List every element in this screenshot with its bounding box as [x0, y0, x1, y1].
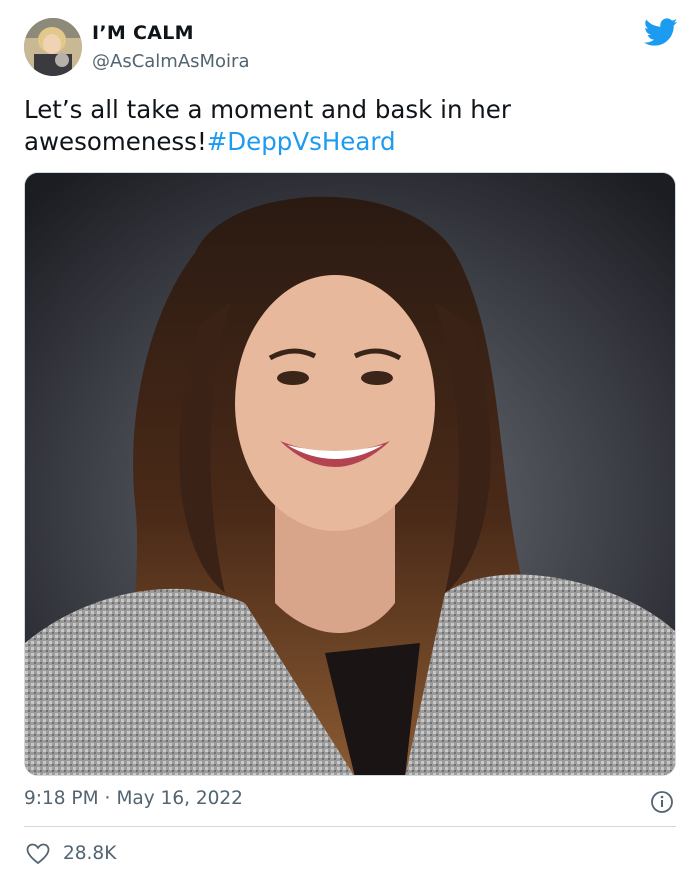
heart-icon[interactable]: [26, 843, 50, 865]
tweet-card: I’M CALM @AsCalmAsMoira Let’s all take a…: [0, 0, 700, 880]
tweet-date: May 16, 2022: [116, 788, 243, 809]
tweet-text: Let’s all take a moment and bask in her …: [24, 94, 664, 158]
hashtag-link[interactable]: #DeppVsHeard: [207, 127, 396, 156]
tweet-time: 9:18 PM: [24, 788, 99, 809]
like-count[interactable]: 28.8K: [63, 843, 116, 864]
tweet-timestamp[interactable]: 9:18 PM · May 16, 2022: [24, 788, 243, 809]
info-icon[interactable]: [650, 790, 674, 814]
tweet-photo[interactable]: [24, 172, 676, 776]
twitter-bird-icon[interactable]: [643, 18, 678, 48]
meta-separator: ·: [104, 788, 111, 809]
divider: [24, 826, 676, 827]
avatar[interactable]: [24, 18, 82, 76]
user-handle[interactable]: @AsCalmAsMoira: [92, 51, 250, 72]
display-name[interactable]: I’M CALM: [92, 22, 194, 44]
